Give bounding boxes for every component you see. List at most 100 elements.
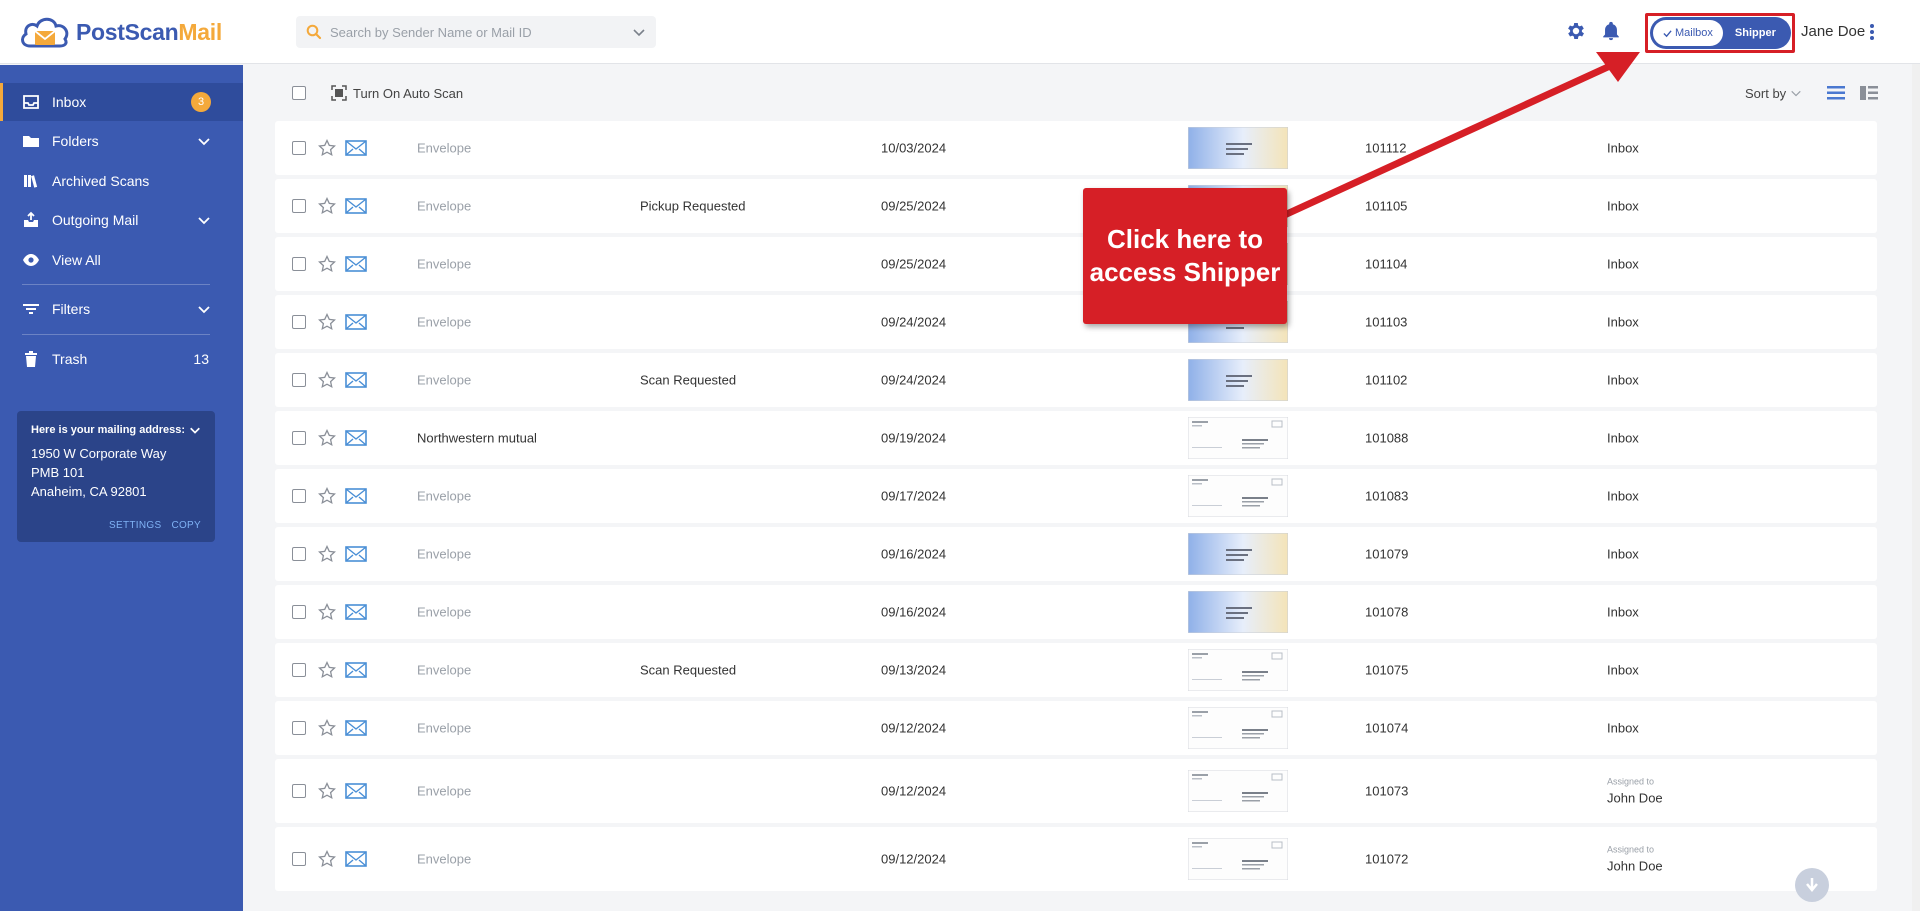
- envelope-scan-thumbnail[interactable]: [1188, 417, 1288, 459]
- envelope-scan-thumbnail[interactable]: [1188, 770, 1288, 812]
- sidebar-item-outgoing-mail[interactable]: Outgoing Mail: [0, 201, 243, 239]
- envelope-icon[interactable]: [345, 430, 367, 446]
- envelope-icon[interactable]: [345, 720, 367, 736]
- row-checkbox[interactable]: [292, 721, 306, 735]
- row-checkbox[interactable]: [292, 605, 306, 619]
- sidebar-item-archived-scans[interactable]: Archived Scans: [0, 162, 243, 200]
- filter-icon: [23, 304, 39, 314]
- row-checkbox[interactable]: [292, 547, 306, 561]
- row-checkbox[interactable]: [292, 257, 306, 271]
- row-checkbox[interactable]: [292, 489, 306, 503]
- row-checkbox[interactable]: [292, 663, 306, 677]
- mail-id: 101104: [1365, 256, 1408, 272]
- table-row[interactable]: Envelope 10/03/2024 101112 Inbox: [275, 121, 1877, 175]
- envelope-icon[interactable]: [345, 140, 367, 156]
- envelope-icon[interactable]: [345, 851, 367, 867]
- table-row[interactable]: Envelope 09/24/2024 101103 Inbox: [275, 295, 1877, 349]
- envelope-icon[interactable]: [345, 256, 367, 272]
- envelope-scan-thumbnail[interactable]: [1188, 533, 1288, 575]
- table-row[interactable]: Envelope Scan Requested 09/24/2024 101102 In…: [275, 353, 1877, 407]
- address-settings-link[interactable]: SETTINGS: [109, 520, 161, 531]
- search-bar[interactable]: Search by Sender Name or Mail ID: [296, 16, 656, 48]
- toggle-shipper-option[interactable]: Shipper: [1735, 27, 1776, 39]
- folder-icon: [23, 136, 39, 147]
- table-row[interactable]: Northwestern mutual 09/19/2024 101088 Inbox: [275, 411, 1877, 465]
- vertical-scrollbar[interactable]: [1912, 64, 1920, 911]
- list-view-icon[interactable]: [1827, 86, 1845, 100]
- envelope-icon[interactable]: [345, 314, 367, 330]
- star-icon[interactable]: [318, 487, 336, 505]
- envelope-icon[interactable]: [345, 488, 367, 504]
- star-icon[interactable]: [318, 255, 336, 273]
- row-checkbox[interactable]: [292, 199, 306, 213]
- table-row[interactable]: Envelope 09/16/2024 101079 Inbox: [275, 527, 1877, 581]
- chevron-down-icon[interactable]: [632, 25, 646, 39]
- star-icon[interactable]: [318, 850, 336, 868]
- gear-icon[interactable]: [1565, 20, 1587, 42]
- row-checkbox[interactable]: [292, 852, 306, 866]
- select-all-checkbox[interactable]: [292, 86, 306, 100]
- table-row[interactable]: Envelope 09/16/2024 101078 Inbox: [275, 585, 1877, 639]
- envelope-scan-thumbnail[interactable]: [1188, 707, 1288, 749]
- star-icon[interactable]: [318, 197, 336, 215]
- table-row[interactable]: Envelope 09/12/2024 101073 Assigned to John …: [275, 759, 1877, 823]
- detail-view-icon[interactable]: [1860, 86, 1878, 100]
- scroll-down-button[interactable]: [1795, 868, 1829, 902]
- toggle-mailbox-option[interactable]: Mailbox: [1653, 20, 1723, 46]
- envelope-icon[interactable]: [345, 783, 367, 799]
- star-icon[interactable]: [318, 782, 336, 800]
- table-row[interactable]: Envelope Pickup Requested 09/25/2024 101105…: [275, 179, 1877, 233]
- more-options-icon[interactable]: [1868, 22, 1876, 42]
- envelope-scan-thumbnail[interactable]: [1188, 649, 1288, 691]
- envelope-icon[interactable]: [345, 604, 367, 620]
- auto-scan-button[interactable]: Turn On Auto Scan: [331, 85, 463, 101]
- bell-icon[interactable]: [1600, 20, 1622, 42]
- chevron-down-icon[interactable]: [197, 213, 211, 227]
- star-icon[interactable]: [318, 603, 336, 621]
- sidebar-item-filters[interactable]: Filters: [0, 290, 243, 328]
- star-icon[interactable]: [318, 719, 336, 737]
- mail-sender: Envelope: [417, 604, 472, 620]
- envelope-scan-thumbnail[interactable]: [1188, 475, 1288, 517]
- user-name[interactable]: Jane Doe: [1801, 23, 1865, 40]
- chevron-down-icon[interactable]: [197, 134, 211, 148]
- table-row[interactable]: Envelope 09/12/2024 101074 Inbox: [275, 701, 1877, 755]
- table-row[interactable]: Envelope 09/17/2024 101083 Inbox: [275, 469, 1877, 523]
- mail-date: 09/24/2024: [881, 314, 947, 330]
- star-icon[interactable]: [318, 661, 336, 679]
- sidebar-item-view-all[interactable]: View All: [0, 241, 243, 279]
- table-row[interactable]: Envelope Scan Requested 09/13/2024 101075 In…: [275, 643, 1877, 697]
- row-checkbox[interactable]: [292, 141, 306, 155]
- star-icon[interactable]: [318, 139, 336, 157]
- row-checkbox[interactable]: [292, 784, 306, 798]
- sort-by-dropdown[interactable]: Sort by: [1745, 86, 1802, 101]
- table-row[interactable]: Envelope 09/25/2024 101104 Inbox: [275, 237, 1877, 291]
- mail-id: 101105: [1365, 198, 1408, 214]
- address-line-1: 1950 W Corporate Way: [31, 446, 167, 461]
- row-checkbox[interactable]: [292, 431, 306, 445]
- star-icon[interactable]: [318, 371, 336, 389]
- sidebar-item-inbox[interactable]: Inbox 3: [0, 83, 243, 121]
- envelope-icon[interactable]: [345, 546, 367, 562]
- chevron-down-icon[interactable]: [189, 424, 201, 436]
- mailbox-shipper-toggle[interactable]: Mailbox Shipper: [1650, 17, 1791, 49]
- star-icon[interactable]: [318, 545, 336, 563]
- envelope-scan-thumbnail[interactable]: [1188, 591, 1288, 633]
- row-checkbox[interactable]: [292, 373, 306, 387]
- star-icon[interactable]: [318, 429, 336, 447]
- sidebar-item-trash[interactable]: Trash 13: [0, 340, 243, 378]
- envelope-scan-thumbnail[interactable]: [1188, 127, 1288, 169]
- address-copy-link[interactable]: COPY: [171, 520, 201, 531]
- envelope-icon[interactable]: [345, 198, 367, 214]
- row-checkbox[interactable]: [292, 315, 306, 329]
- chevron-down-icon[interactable]: [197, 302, 211, 316]
- envelope-icon[interactable]: [345, 372, 367, 388]
- table-row[interactable]: Envelope 09/12/2024 101072 Assigned to John …: [275, 827, 1877, 891]
- envelope-scan-thumbnail[interactable]: [1188, 838, 1288, 880]
- envelope-scan-thumbnail[interactable]: [1188, 359, 1288, 401]
- search-input[interactable]: Search by Sender Name or Mail ID: [330, 25, 632, 40]
- envelope-icon[interactable]: [345, 662, 367, 678]
- sidebar-item-folders[interactable]: Folders: [0, 122, 243, 160]
- star-icon[interactable]: [318, 313, 336, 331]
- app-logo[interactable]: PostScanMail: [18, 12, 222, 52]
